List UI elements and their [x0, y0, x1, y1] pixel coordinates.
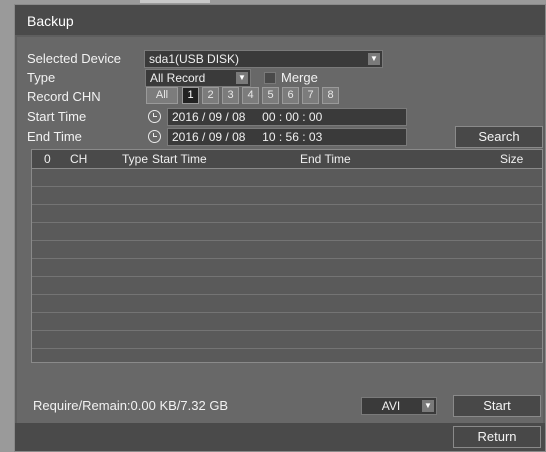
table-row-divider — [32, 330, 542, 331]
column-header-start-time: Start Time — [152, 152, 207, 166]
merge-checkbox[interactable] — [264, 72, 276, 84]
end-second: 03 — [308, 130, 323, 144]
start-time-label: Start Time — [27, 109, 87, 124]
start-button[interactable]: Start — [453, 395, 541, 417]
top-accent — [140, 0, 210, 3]
end-year: 2016 — [172, 130, 199, 144]
table-row-divider — [32, 240, 542, 241]
table-row-divider — [32, 222, 542, 223]
start-second: 00 — [308, 110, 323, 124]
channel-5-button[interactable]: 5 — [262, 87, 279, 104]
channel-6-button[interactable]: 6 — [282, 87, 299, 104]
format-dropdown[interactable]: AVI ▼ — [361, 397, 437, 415]
table-row-divider — [32, 204, 542, 205]
require-remain-text: Require/Remain:0.00 KB/7.32 GB — [33, 398, 229, 413]
table-row-divider — [32, 276, 542, 277]
table-row-divider — [32, 348, 542, 349]
start-hour: 00 — [262, 110, 276, 124]
table-header: 0 CH Type Start Time End Time Size — [32, 150, 542, 169]
table-row-divider — [32, 294, 542, 295]
column-header-index: 0 — [44, 152, 51, 166]
chevron-down-icon: ▼ — [236, 72, 248, 84]
selected-device-dropdown[interactable]: sda1(USB DISK) ▼ — [144, 50, 383, 68]
start-day: 08 — [232, 110, 246, 124]
channel-selector: All 1 2 3 4 5 6 7 8 — [146, 87, 406, 105]
record-table[interactable]: 0 CH Type Start Time End Time Size — [31, 149, 543, 363]
channel-1-button[interactable]: 1 — [182, 87, 199, 104]
type-value: All Record — [150, 71, 206, 85]
type-dropdown[interactable]: All Record ▼ — [145, 69, 251, 87]
return-button[interactable]: Return — [453, 426, 541, 448]
selected-device-value: sda1(USB DISK) — [149, 52, 240, 66]
column-header-ch: CH — [70, 152, 88, 166]
clock-icon — [148, 110, 161, 123]
screen: { "window": { "title": "Backup" }, "sele… — [0, 0, 546, 452]
clock-icon — [148, 130, 161, 143]
backup-window: Backup Selected Device sda1(USB DISK) ▼ … — [14, 4, 546, 452]
window-title: Backup — [27, 13, 74, 29]
search-button[interactable]: Search — [455, 126, 543, 148]
title-bar: Backup — [15, 5, 545, 35]
channel-7-button[interactable]: 7 — [302, 87, 319, 104]
bottom-bar: Return — [15, 423, 545, 451]
selected-device-label: Selected Device — [27, 51, 121, 66]
record-chn-label: Record CHN — [27, 89, 101, 104]
chevron-down-icon: ▼ — [368, 53, 380, 65]
end-hour: 10 — [262, 130, 276, 144]
column-header-end-time: End Time — [300, 152, 351, 166]
chevron-down-icon: ▼ — [422, 400, 434, 412]
column-header-size: Size — [500, 152, 524, 166]
table-row-divider — [32, 186, 542, 187]
channel-all-button[interactable]: All — [146, 87, 178, 104]
channel-3-button[interactable]: 3 — [222, 87, 239, 104]
merge-label: Merge — [281, 70, 318, 85]
channel-8-button[interactable]: 8 — [322, 87, 339, 104]
type-label: Type — [27, 70, 56, 85]
format-value: AVI — [381, 399, 401, 413]
start-month: 09 — [208, 110, 223, 124]
end-time-label: End Time — [27, 129, 82, 144]
channel-4-button[interactable]: 4 — [242, 87, 259, 104]
channel-2-button[interactable]: 2 — [202, 87, 219, 104]
start-year: 2016 — [172, 110, 199, 124]
end-time-field[interactable]: 2016 / 09 / 08 10 : 56 : 03 — [167, 128, 407, 146]
start-minute: 00 — [285, 110, 299, 124]
table-row-divider — [32, 258, 542, 259]
end-minute: 56 — [285, 130, 299, 144]
start-time-field[interactable]: 2016 / 09 / 08 00 : 00 : 00 — [167, 108, 407, 126]
table-row-divider — [32, 312, 542, 313]
end-day: 08 — [232, 130, 246, 144]
column-header-type: Type — [122, 152, 149, 166]
end-month: 09 — [208, 130, 223, 144]
